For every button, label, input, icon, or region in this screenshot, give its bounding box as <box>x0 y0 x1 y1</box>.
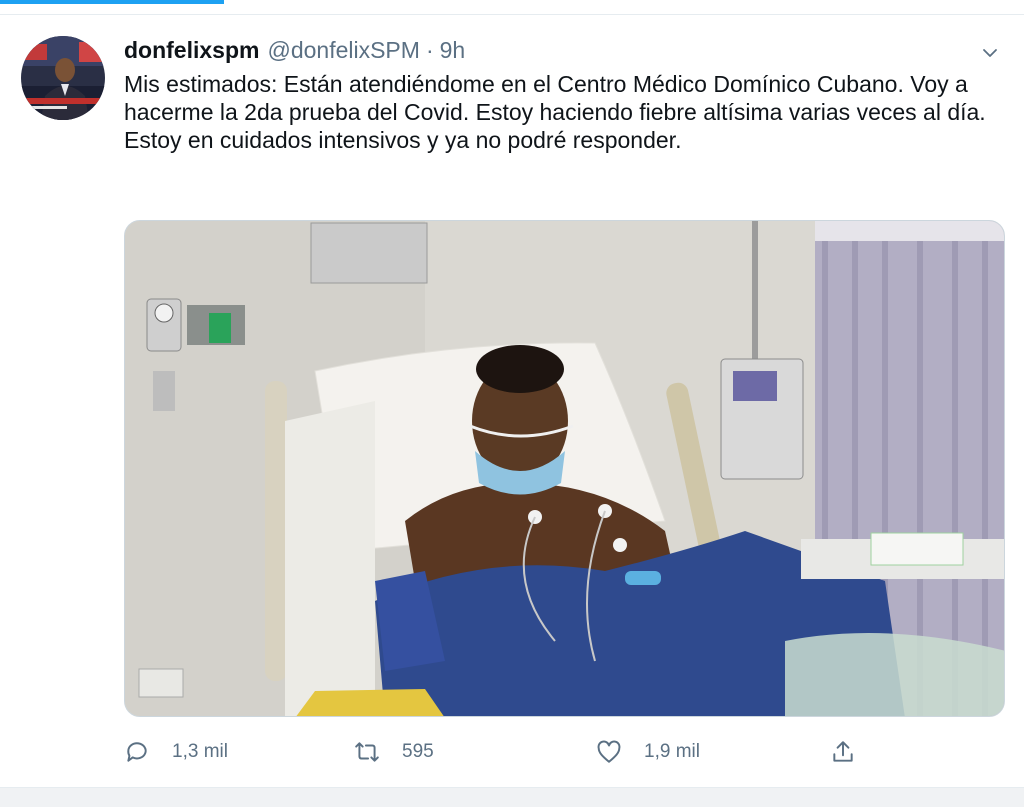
tweet-photo[interactable] <box>124 220 1005 717</box>
user-handle[interactable]: @donfelixSPM <box>267 37 419 64</box>
tweet-actions: 1,3 mil 595 1,9 mil <box>124 735 864 769</box>
retweet-button[interactable]: 595 <box>354 735 434 769</box>
reply-count: 1,3 mil <box>172 741 228 762</box>
tweet[interactable]: donfelixspm @donfelixSPM · 9h Mis estima… <box>0 15 1024 787</box>
display-name[interactable]: donfelixspm <box>124 37 259 64</box>
timeline-separator <box>0 787 1024 807</box>
like-button[interactable]: 1,9 mil <box>596 735 700 769</box>
hospital-photo <box>125 221 1004 716</box>
avatar[interactable] <box>21 36 105 120</box>
timestamp[interactable]: 9h <box>440 37 466 64</box>
avatar-image <box>21 36 105 120</box>
separator-dot: · <box>425 37 434 63</box>
active-tab-indicator <box>0 0 224 4</box>
tweet-text-line: Estoy en cuidados intensivos y ya no pod… <box>124 127 682 153</box>
reply-button[interactable]: 1,3 mil <box>124 735 228 769</box>
chevron-down-icon <box>983 49 997 57</box>
like-count: 1,9 mil <box>644 741 700 762</box>
tweet-text-line: Mis estimados: Están atendiéndome en el … <box>124 71 986 125</box>
retweet-count: 595 <box>402 741 434 762</box>
share-button[interactable] <box>830 735 856 769</box>
retweet-icon <box>355 742 379 762</box>
tweet-text: Mis estimados: Están atendiéndome en el … <box>124 70 1004 154</box>
more-options-button[interactable] <box>976 39 1004 67</box>
tweet-header: donfelixspm @donfelixSPM · 9h <box>124 37 465 67</box>
like-icon <box>597 740 621 763</box>
reply-icon <box>127 742 147 762</box>
share-icon <box>833 741 853 762</box>
